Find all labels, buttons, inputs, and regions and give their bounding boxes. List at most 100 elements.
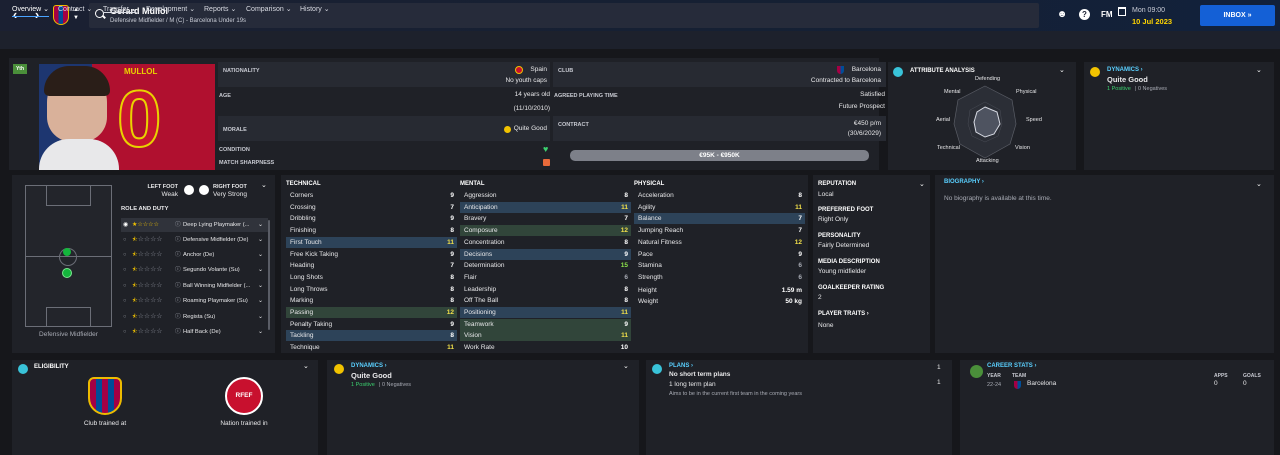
radio-icon[interactable]: ○ <box>123 233 127 247</box>
role-row[interactable]: ◉ ★☆☆☆☆ ⓘ Deep Lying Playmaker (... ⌄ <box>121 218 268 232</box>
chevron-down-icon[interactable]: ⌄ <box>258 325 263 339</box>
plans-link[interactable]: PLANS › <box>669 363 693 369</box>
help-icon[interactable]: ? <box>1079 9 1090 20</box>
role-row[interactable]: ○ ⯪☆☆☆☆ ⓘ Segundo Volante (Su) ⌄ <box>121 263 268 277</box>
info-icon[interactable]: ⓘ <box>175 218 181 232</box>
attribute-row[interactable]: Marking 8 <box>286 295 457 306</box>
chevron-down-icon[interactable]: ⌄ <box>1059 66 1065 74</box>
attribute-row[interactable]: Work Rate 10 <box>460 342 631 353</box>
radio-icon[interactable]: ○ <box>123 294 127 308</box>
attribute-row[interactable]: Aggression 8 <box>460 190 631 201</box>
attribute-row[interactable]: Flair 6 <box>460 272 631 283</box>
attribute-row[interactable]: Teamwork 9 <box>460 318 631 330</box>
info-icon[interactable]: ⓘ <box>175 310 181 324</box>
attribute-row[interactable]: Leadership 8 <box>460 284 631 295</box>
chevron-down-icon[interactable]: ⌄ <box>261 181 267 189</box>
attribute-row[interactable]: Free Kick Taking 9 <box>286 249 457 260</box>
attribute-row[interactable]: Decisions 9 <box>460 248 631 260</box>
attribute-row[interactable]: Agility 11 <box>634 202 805 213</box>
attribute-row[interactable]: Technique 11 <box>286 342 457 353</box>
fm-menu-button[interactable]: FM <box>1101 10 1113 19</box>
rfef-crest-icon[interactable]: RFEF <box>225 377 263 415</box>
attribute-row[interactable]: Positioning 11 <box>460 307 631 318</box>
chevron-down-icon[interactable]: ⌄ <box>258 279 263 293</box>
attribute-row[interactable]: Pace 9 <box>634 249 805 260</box>
radio-icon[interactable]: ○ <box>123 325 127 339</box>
attribute-row[interactable]: Bravery 7 <box>460 213 631 224</box>
dynamics-link[interactable]: DYNAMICS › <box>1107 67 1143 73</box>
attribute-row[interactable]: Passing 12 <box>286 307 457 318</box>
radio-icon[interactable]: ○ <box>123 279 127 293</box>
attribute-row[interactable]: Off The Ball 8 <box>460 295 631 306</box>
attribute-row[interactable]: Anticipation 11 <box>460 201 631 213</box>
attribute-row[interactable]: Determination 15 <box>460 260 631 271</box>
chevron-down-icon[interactable]: ⌄ <box>303 362 309 370</box>
tab-history[interactable]: History ⌄ <box>300 5 330 13</box>
inbox-button[interactable]: INBOX » <box>1200 5 1275 26</box>
chevron-down-icon[interactable]: ⌄ <box>919 180 925 188</box>
tab-development[interactable]: Development ⌄ <box>146 5 195 13</box>
roles-scrollbar[interactable] <box>268 220 270 330</box>
attribute-row[interactable]: Penalty Taking 9 <box>286 319 457 330</box>
chevron-down-icon[interactable]: ⌄ <box>1256 180 1262 188</box>
radio-icon[interactable]: ○ <box>123 310 127 324</box>
chevron-down-icon[interactable]: ⌄ <box>258 233 263 247</box>
attribute-row[interactable]: Acceleration 8 <box>634 190 805 201</box>
attribute-row[interactable]: Vision 11 <box>460 330 631 342</box>
attribute-row[interactable]: Finishing 8 <box>286 225 457 236</box>
game-date[interactable]: 10 Jul 2023 <box>1132 17 1172 26</box>
attribute-row[interactable]: Long Shots 8 <box>286 272 457 283</box>
role-row[interactable]: ○ ⯪☆☆☆☆ ⓘ Regista (Su) ⌄ <box>121 310 268 324</box>
info-icon[interactable]: ⓘ <box>175 279 181 293</box>
tab-reports[interactable]: Reports ⌄ <box>204 5 236 13</box>
attribute-row[interactable]: First Touch 11 <box>286 236 457 248</box>
attribute-row[interactable]: Composure 12 <box>460 225 631 237</box>
chevron-down-icon[interactable]: ⌄ <box>1256 66 1262 74</box>
role-row[interactable]: ○ ⯪☆☆☆☆ ⓘ Half Back (De) ⌄ <box>121 325 268 339</box>
tab-contract[interactable]: Contract ⌄ <box>58 5 92 13</box>
chevron-down-icon[interactable]: ⌄ <box>258 294 263 308</box>
role-row[interactable]: ○ ⯪☆☆☆☆ ⓘ Ball Winning Midfielder (... ⌄ <box>121 279 268 293</box>
tab-overview[interactable]: Overview ⌄ <box>12 5 49 17</box>
attribute-row[interactable]: Stamina 6 <box>634 260 805 271</box>
role-row[interactable]: ○ ⯪☆☆☆☆ ⓘ Anchor (De) ⌄ <box>121 248 268 262</box>
career-stats-link[interactable]: CAREER STATS › <box>987 363 1036 369</box>
attribute-row[interactable]: Tackling 8 <box>286 330 457 342</box>
nationality-value[interactable]: Spain <box>495 66 547 73</box>
transfer-value-bar[interactable]: €95K - €950K <box>570 150 869 161</box>
info-icon[interactable]: ⓘ <box>175 233 181 247</box>
biography-link[interactable]: BIOGRAPHY › <box>944 179 984 185</box>
role-row[interactable]: ○ ⯪☆☆☆☆ ⓘ Roaming Playmaker (Su) ⌄ <box>121 294 268 308</box>
chevron-down-icon[interactable]: ⌄ <box>258 248 263 262</box>
player-traits-link[interactable]: PLAYER TRAITS › <box>818 311 869 317</box>
radio-icon[interactable]: ○ <box>123 263 127 277</box>
attribute-row[interactable]: Natural Fitness 12 <box>634 237 805 248</box>
chevron-down-icon[interactable]: ⌄ <box>258 263 263 277</box>
attribute-row[interactable]: Crossing 7 <box>286 202 457 213</box>
attribute-row[interactable]: Heading 7 <box>286 260 457 271</box>
info-icon[interactable]: ⓘ <box>175 294 181 308</box>
dynamics-link[interactable]: DYNAMICS › <box>351 363 387 369</box>
career-team[interactable]: Barcelona <box>1027 380 1056 387</box>
attribute-row[interactable]: Concentration 8 <box>460 237 631 248</box>
info-icon[interactable]: ⓘ <box>175 248 181 262</box>
attribute-row[interactable]: Long Throws 8 <box>286 284 457 295</box>
chevron-down-icon[interactable]: ⌄ <box>258 310 263 324</box>
tab-transfer[interactable]: Transfer ⌄ <box>103 5 137 13</box>
barcelona-crest-icon[interactable] <box>88 377 122 415</box>
position-dot-dm[interactable] <box>63 248 71 256</box>
position-dot-dm-selected[interactable] <box>62 268 72 278</box>
role-row[interactable]: ○ ⯪☆☆☆☆ ⓘ Defensive Midfielder (De) ⌄ <box>121 233 268 247</box>
attribute-row[interactable]: Strength 6 <box>634 272 805 283</box>
chevron-down-icon[interactable]: ⌄ <box>258 218 263 232</box>
chevron-down-icon[interactable]: ⌄ <box>623 362 629 370</box>
radio-selected-icon[interactable]: ◉ <box>123 218 128 232</box>
skull-icon[interactable]: ☻ <box>1056 9 1068 21</box>
attribute-row[interactable]: Jumping Reach 7 <box>634 225 805 236</box>
radio-icon[interactable]: ○ <box>123 248 127 262</box>
tab-comparison[interactable]: Comparison ⌄ <box>246 5 292 13</box>
game-time[interactable]: Mon 09:00 <box>1132 7 1165 14</box>
attribute-row[interactable]: Balance 7 <box>634 213 805 225</box>
attribute-row[interactable]: Corners 9 <box>286 190 457 201</box>
attribute-row[interactable]: Dribbling 9 <box>286 213 457 224</box>
